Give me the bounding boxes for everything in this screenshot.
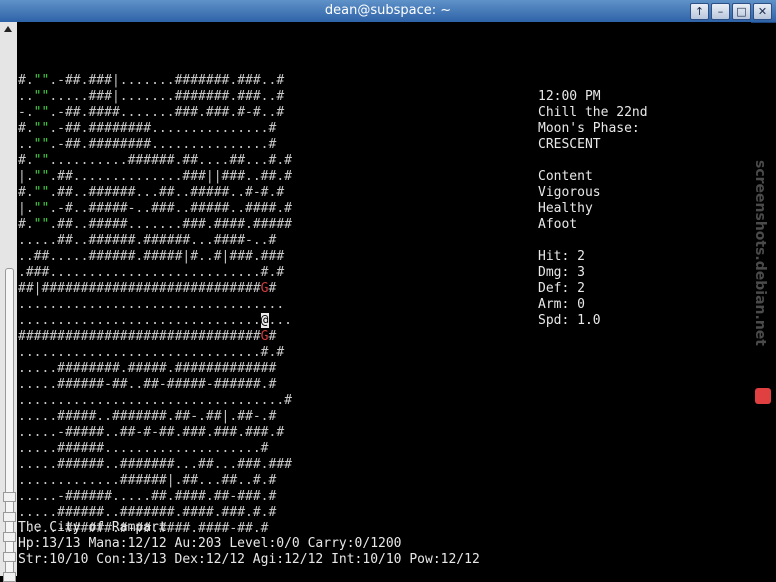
map-row: .."".....###|.......#######.###..# (18, 89, 285, 104)
map-row: ..................................# (18, 393, 292, 408)
maximize-button[interactable]: □ (732, 3, 751, 20)
scroll-marker (3, 532, 16, 542)
map-row: .....-#####..##-#-##.###.###.###.# (18, 425, 285, 440)
map-row: ###############################G# (18, 329, 277, 344)
map-row: #."".-##.########...............# (18, 121, 277, 136)
moon-phase: CRESCENT (538, 137, 601, 152)
scroll-marker (3, 572, 16, 582)
combat-stat: Def: 2 (538, 281, 585, 296)
scroll-marker (3, 552, 16, 562)
map-row: #."".##..#####.......###.####.##### (18, 217, 292, 232)
window-title: dean@subspace: ~ (324, 3, 452, 18)
map-row: ..##.....######.#####|#..#|###.### (18, 249, 285, 264)
scroll-marker (3, 512, 16, 522)
bottom-status: The City of Rampart Hp:13/13 Mana:12/12 … (18, 520, 480, 568)
map-row: -."".-##.####.......###.###.#-#..# (18, 105, 285, 120)
game-time: 12:00 PM (538, 89, 601, 104)
combat-stat: Arm: 0 (538, 297, 585, 312)
scroll-up-arrow-icon[interactable] (3, 24, 14, 35)
condition: Afoot (538, 217, 578, 232)
attributes-line: Str:10/10 Con:13/13 Dex:12/12 Agi:12/12 … (18, 552, 480, 567)
map-row: .....######..#######.####.###.#.# (18, 505, 277, 520)
map-row: .....##..######.######...####-..# (18, 233, 277, 248)
combat-stat: Hit: 2 (538, 249, 585, 264)
map-row: #.""..........######.##....##...#.# (18, 153, 292, 168)
condition: Healthy (538, 201, 593, 216)
map-row: #."".-##.###|.......#######.###..# (18, 73, 285, 88)
map-row: .............######|.##...##..#.# (18, 473, 277, 488)
map-row: .....######-##..##-#####-######.# (18, 377, 277, 392)
map-row: .....######..#######...##...###.### (18, 457, 292, 472)
map-row: .###...........................#.# (18, 265, 285, 280)
window-titlebar[interactable]: dean@subspace: ~ ↑ – □ ✕ (0, 0, 776, 23)
map-row: #."".##..######...##..#####..#-#.# (18, 185, 285, 200)
minimize-button[interactable]: – (711, 3, 730, 20)
map-row: ...............................@... (18, 313, 292, 328)
player-character: @ (260, 313, 269, 328)
map-row: .....-######.....##.####.##-###.# (18, 489, 277, 504)
map-row: .....#####..#######.##-.##|.##-.# (18, 409, 277, 424)
map-row: .................................. (18, 297, 285, 312)
shade-button[interactable]: ↑ (690, 3, 709, 20)
map-row: .....########.#####.############# (18, 361, 277, 376)
map-row: .."".-##.########...............# (18, 137, 277, 152)
combat-stat: Spd: 1.0 (538, 313, 601, 328)
game-date: Chill the 22nd (538, 105, 648, 120)
condition: Content (538, 169, 593, 184)
map-row: |."".##..............###||###..##.# (18, 169, 292, 184)
terminal-area[interactable]: #."".-##.###|.......#######.###..# ..""..… (17, 22, 751, 576)
moon-label: Moon's Phase: (538, 121, 640, 136)
debian-logo-icon (755, 388, 771, 404)
vitals-line: Hp:13/13 Mana:12/12 Au:203 Level:0/0 Car… (18, 536, 402, 551)
map-row: .....######....................# (18, 441, 269, 456)
terminal-scrollbar[interactable] (0, 22, 17, 582)
map-row: ##|############################G# (18, 281, 277, 296)
scroll-marker (3, 492, 16, 502)
close-button[interactable]: ✕ (753, 3, 772, 20)
condition: Vigorous (538, 185, 601, 200)
watermark-text: screenshots.debian.net (752, 160, 768, 346)
combat-stat: Dmg: 3 (538, 265, 585, 280)
map-row: |."".-#..#####-..###..#####..####.# (18, 201, 292, 216)
map-row: ...............................#.# (18, 345, 285, 360)
watermark: screenshots.debian.net (738, 160, 776, 440)
status-panel: 12:00 PM Chill the 22nd Moon's Phase: CR… (538, 89, 648, 329)
location-name: The City of Rampart (18, 520, 167, 535)
